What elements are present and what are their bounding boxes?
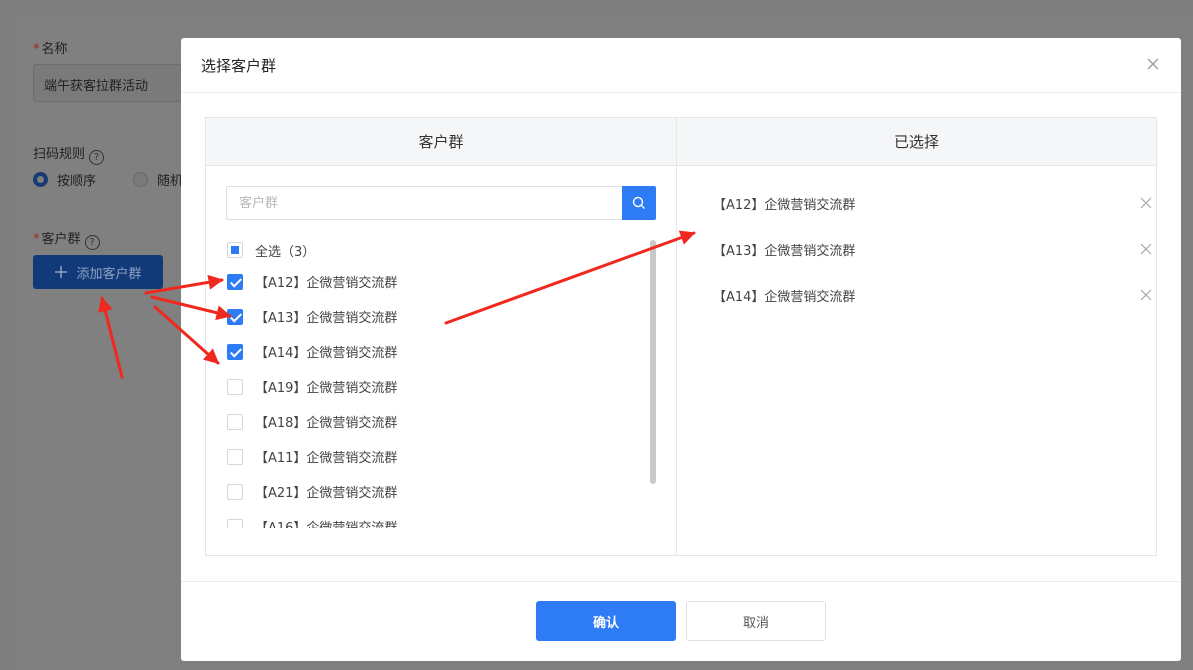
list-item[interactable]: 【A13】企微营销交流群	[226, 299, 656, 334]
list-item[interactable]: 【A19】企微营销交流群	[226, 369, 656, 404]
name-field-label: * 名称	[33, 42, 68, 57]
remove-icon[interactable]	[1139, 288, 1153, 302]
left-column-header: 客户群	[206, 118, 676, 166]
selected-item: 【A13】企微营销交流群	[713, 237, 1153, 261]
list-item[interactable]: 【A16】企微营销交流群	[226, 509, 656, 528]
list-scrollbar[interactable]	[650, 240, 656, 484]
list-item-label: 【A18】企微营销交流群	[255, 416, 398, 431]
dialog-header: 选择客户群	[181, 38, 1181, 93]
list-item[interactable]: 【A14】企微营销交流群	[226, 334, 656, 369]
checkbox-checked-icon[interactable]	[227, 273, 243, 290]
right-column-header: 已选择	[677, 118, 1156, 166]
checkbox-checked-icon[interactable]	[227, 308, 243, 325]
radio-checked-icon	[33, 172, 48, 187]
selected-item: 【A12】企微营销交流群	[713, 191, 1153, 215]
cancel-button[interactable]: 取消	[686, 601, 826, 641]
scan-rule-label: 扫码规则?	[33, 143, 105, 165]
add-group-button[interactable]: 添加客户群	[33, 255, 163, 289]
list-item-label: 【A19】企微营销交流群	[255, 381, 398, 396]
select-all-label: 全选（3）	[255, 244, 316, 260]
list-item[interactable]: 【A18】企微营销交流群	[226, 404, 656, 439]
selected-item: 【A14】企微营销交流群	[713, 283, 1153, 307]
list-item-label: 【A13】企微营销交流群	[255, 311, 398, 326]
column-divider	[676, 118, 677, 555]
list-item-label: 【A11】企微营销交流群	[255, 451, 398, 466]
list-item-label: 【A14】企微营销交流群	[255, 346, 398, 361]
checkbox-indeterminate-icon[interactable]	[227, 242, 243, 258]
search-button[interactable]	[622, 186, 656, 220]
close-icon[interactable]	[1145, 56, 1161, 72]
checkbox-checked-icon[interactable]	[227, 343, 243, 360]
list-item[interactable]: 【A11】企微营销交流群	[226, 439, 656, 474]
selected-item-label: 【A12】企微营销交流群	[713, 197, 856, 213]
search-icon	[632, 196, 645, 209]
list-item-label: 【A21】企微营销交流群	[255, 486, 398, 501]
list-item[interactable]: 【A12】企微营销交流群	[226, 264, 656, 299]
group-search	[226, 186, 656, 220]
checkbox-icon[interactable]	[227, 448, 243, 465]
checkbox-icon[interactable]	[227, 483, 243, 500]
list-item[interactable]: 【A21】企微营销交流群	[226, 474, 656, 509]
help-icon[interactable]: ?	[89, 150, 105, 165]
group-field-label: * 客户群?	[33, 228, 100, 250]
dialog-title: 选择客户群	[201, 56, 277, 75]
remove-icon[interactable]	[1139, 242, 1153, 256]
group-list: 全选（3） 【A12】企微营销交流群 【A13】企微营销交流群 【A14】企微营…	[226, 236, 656, 528]
radio-random[interactable]: 随机	[133, 170, 183, 189]
radio-unchecked-icon	[133, 172, 148, 187]
checkbox-icon[interactable]	[227, 378, 243, 395]
name-input[interactable]: 端午获客拉群活动	[33, 64, 183, 102]
select-all-row[interactable]: 全选（3）	[226, 236, 656, 264]
selected-item-label: 【A14】企微营销交流群	[713, 289, 856, 305]
selected-item-label: 【A13】企微营销交流群	[713, 243, 856, 259]
remove-icon[interactable]	[1139, 196, 1153, 210]
checkbox-icon[interactable]	[227, 518, 243, 528]
dialog-footer: 确认 取消	[181, 581, 1181, 661]
select-group-dialog: 选择客户群 客户群 已选择 全选（3） 【A12】企微营销交流群 【A13】企微…	[181, 38, 1181, 661]
transfer-panel: 客户群 已选择 全选（3） 【A12】企微营销交流群 【A13】企微营销交流群	[205, 117, 1157, 556]
search-input[interactable]	[226, 186, 622, 220]
checkbox-icon[interactable]	[227, 413, 243, 430]
radio-sequential[interactable]: 按顺序	[33, 170, 96, 189]
plus-icon	[55, 266, 68, 278]
list-item-label: 【A12】企微营销交流群	[255, 276, 398, 291]
confirm-button[interactable]: 确认	[536, 601, 676, 641]
list-item-label: 【A16】企微营销交流群	[255, 517, 397, 528]
required-mark: *	[33, 42, 40, 57]
help-icon[interactable]: ?	[84, 235, 100, 250]
